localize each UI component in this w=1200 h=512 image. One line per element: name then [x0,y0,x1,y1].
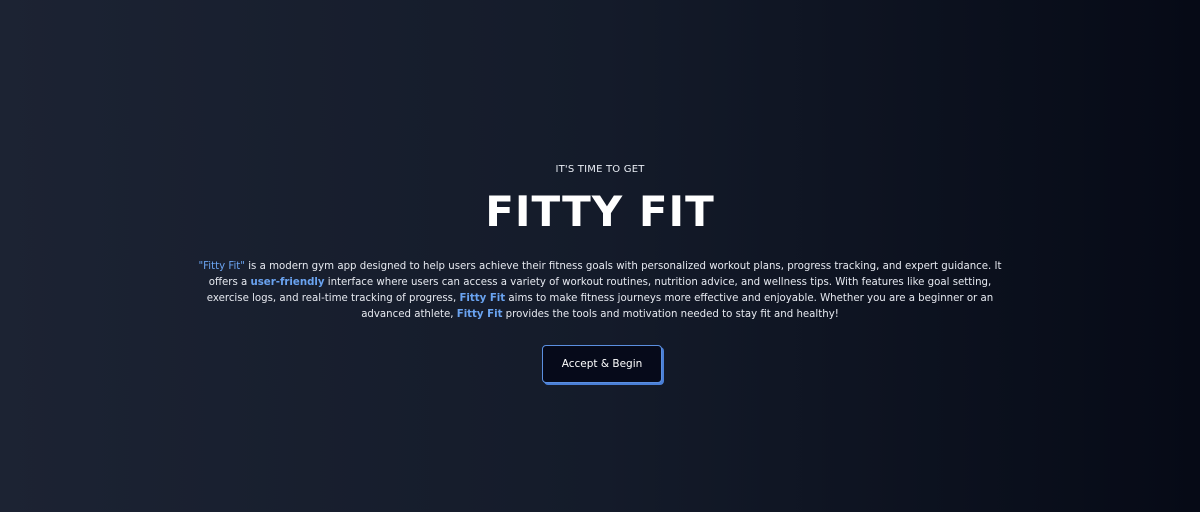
highlight-app-name-2: Fitty Fit [456,309,503,320]
hero-title: FITTY FIT [485,187,715,236]
app-name-quote: "Fitty Fit" [198,261,245,272]
hero-eyebrow: IT'S TIME TO GET [555,164,645,175]
hero-description: "Fitty Fit" is a modern gym app designed… [190,259,1010,323]
accept-begin-button[interactable]: Accept & Begin [542,345,662,383]
highlight-user-friendly: user-friendly [250,277,325,288]
description-text-4: provides the tools and motivation needed… [502,309,839,320]
highlight-app-name-1: Fitty Fit [459,293,506,304]
hero-section: IT'S TIME TO GET FITTY FIT "Fitty Fit" i… [0,0,1200,512]
